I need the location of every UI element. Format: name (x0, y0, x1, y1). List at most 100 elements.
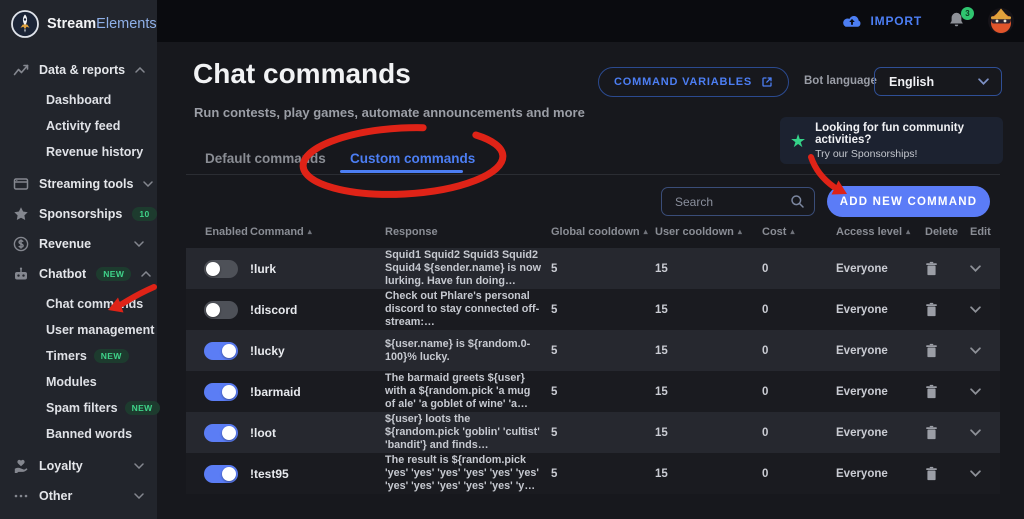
sponsorships-banner[interactable]: ★ Looking for fun community activities? … (780, 117, 1003, 164)
global-cooldown-value: 5 (551, 467, 558, 480)
star-icon (13, 206, 29, 222)
sidebar-item-data-reports[interactable]: Data & reports (0, 55, 157, 85)
star-icon: ★ (790, 130, 807, 151)
enabled-toggle[interactable] (204, 259, 238, 278)
delete-icon[interactable] (925, 384, 938, 399)
delete-icon[interactable] (925, 343, 938, 358)
search-icon (790, 194, 805, 209)
tab-default-commands[interactable]: Default commands (205, 151, 326, 166)
search-input[interactable] (673, 193, 790, 210)
sidebar-nav: Data & reports Dashboard Activity feed Reve… (0, 45, 160, 511)
sidebar-subitems: Chat commands User management Timers NEW Mod… (0, 291, 160, 447)
table-row[interactable]: !lurk Squid1 Squid2 Squid3 Squid2 Squid4… (186, 248, 1000, 289)
chevron-down-icon (978, 78, 989, 85)
sidebar-item-revenue-history[interactable]: Revenue history (0, 139, 157, 165)
import-button[interactable]: IMPORT (835, 13, 928, 30)
tabs-divider (186, 174, 1000, 175)
sidebar-item-modules[interactable]: Modules (0, 369, 157, 395)
table-row[interactable]: !test95 The result is ${random.pick 'yes… (186, 453, 1000, 494)
edit-expand-icon[interactable] (970, 429, 981, 436)
column-header-access-level[interactable]: Access level ▴ (836, 226, 925, 238)
monitor-icon (13, 176, 29, 192)
cost-value: 0 (762, 467, 769, 480)
table-row[interactable]: !barmaid The barmaid greets ${user} with… (186, 371, 1000, 412)
command-variables-button[interactable]: COMMAND VARIABLES (598, 67, 790, 97)
sidebar-item-banned-words[interactable]: Banned words (0, 421, 157, 447)
column-header-global-cooldown[interactable]: Global cooldown ▴ (551, 226, 655, 238)
sidebar-item-revenue[interactable]: Revenue (0, 229, 157, 259)
edit-expand-icon[interactable] (970, 347, 981, 354)
edit-expand-icon[interactable] (970, 306, 981, 313)
user-avatar[interactable] (988, 8, 1014, 34)
table-row[interactable]: !loot ${user} loots the ${random.pick 'g… (186, 412, 1000, 453)
enabled-toggle[interactable] (204, 300, 238, 319)
global-cooldown-value: 5 (551, 385, 558, 398)
global-cooldown-value: 5 (551, 262, 558, 275)
column-header-command[interactable]: Command ▴ (250, 226, 385, 238)
command-name: !lurk (250, 261, 277, 276)
cost-value: 0 (762, 303, 769, 316)
delete-icon[interactable] (925, 261, 938, 276)
search-box (661, 187, 815, 216)
global-cooldown-value: 5 (551, 426, 558, 439)
cost-value: 0 (762, 426, 769, 439)
delete-icon[interactable] (925, 466, 938, 481)
user-cooldown-value: 15 (655, 426, 668, 439)
cloud-upload-icon (841, 14, 863, 29)
sidebar: StreamElements Data & reports Dashboard Ac… (0, 0, 160, 519)
command-name: !discord (250, 302, 298, 317)
access-level-value: Everyone (836, 303, 888, 316)
sidebar-item-chat-commands[interactable]: Chat commands (0, 291, 157, 317)
sidebar-item-chatbot[interactable]: Chatbot NEW (0, 259, 157, 289)
column-header-cost[interactable]: Cost ▴ (762, 226, 836, 238)
command-name: !barmaid (250, 384, 301, 399)
sidebar-item-activity-feed[interactable]: Activity feed (0, 113, 157, 139)
enabled-toggle[interactable] (204, 464, 238, 483)
delete-icon[interactable] (925, 302, 938, 317)
enabled-toggle[interactable] (204, 341, 238, 360)
sidebar-item-timers[interactable]: Timers NEW (0, 343, 157, 369)
add-new-command-button[interactable]: ADD NEW COMMAND (827, 186, 990, 217)
toggle-knob (222, 425, 236, 440)
user-cooldown-value: 15 (655, 344, 668, 357)
table-row[interactable]: !lucky ${user.name} is ${random.0-100}% … (186, 330, 1000, 371)
table-row[interactable]: !discord Check out Phlare's personal dis… (186, 289, 1000, 330)
edit-expand-icon[interactable] (970, 265, 981, 272)
streamelements-app: IMPORT 3 StreamElements Data & reports D… (0, 0, 1024, 519)
toggle-knob (206, 302, 220, 317)
enabled-toggle[interactable] (204, 423, 238, 442)
sort-arrow-icon: ▴ (790, 227, 795, 236)
bot-language-select[interactable]: English (874, 67, 1002, 96)
command-response: Check out Phlare's personal discord to s… (385, 290, 540, 328)
badge: NEW (96, 267, 132, 281)
notifications-bell[interactable]: 3 (948, 7, 974, 31)
sidebar-item-spam-filters[interactable]: Spam filters NEW (0, 395, 160, 421)
sidebar-item-loyalty[interactable]: Loyalty (0, 451, 157, 481)
column-header-user-cooldown[interactable]: User cooldown ▴ (655, 226, 762, 238)
edit-expand-icon[interactable] (970, 388, 981, 395)
global-cooldown-value: 5 (551, 344, 558, 357)
brand-logo[interactable]: StreamElements (0, 0, 157, 45)
chevron-up-icon (141, 271, 151, 277)
delete-icon[interactable] (925, 425, 938, 440)
command-name: !lucky (250, 343, 285, 358)
sidebar-item-streaming-tools[interactable]: Streaming tools (0, 169, 157, 199)
user-cooldown-value: 15 (655, 262, 668, 275)
bot-language-label: Bot language (804, 75, 877, 87)
sidebar-item-dashboard[interactable]: Dashboard (0, 87, 157, 113)
cost-value: 0 (762, 262, 769, 275)
cost-value: 0 (762, 344, 769, 357)
command-response: ${user} loots the ${random.pick 'goblin'… (385, 413, 540, 451)
sidebar-item-user-management[interactable]: User management (0, 317, 157, 343)
page-title: Chat commands (193, 58, 411, 89)
sidebar-item-other[interactable]: Other (0, 481, 157, 511)
command-response: The barmaid greets ${user} with a ${rand… (385, 372, 531, 410)
chevron-down-icon (134, 493, 144, 499)
toggle-knob (222, 466, 236, 481)
tab-custom-commands[interactable]: Custom commands (350, 151, 475, 166)
sort-arrow-icon: ▴ (906, 227, 911, 236)
sidebar-item-sponsorships[interactable]: Sponsorships 10 (0, 199, 157, 229)
enabled-toggle[interactable] (204, 382, 238, 401)
edit-expand-icon[interactable] (970, 470, 981, 477)
table-header: Enabled Command ▴ Response Global cooldown ▴ U… (186, 226, 1000, 238)
